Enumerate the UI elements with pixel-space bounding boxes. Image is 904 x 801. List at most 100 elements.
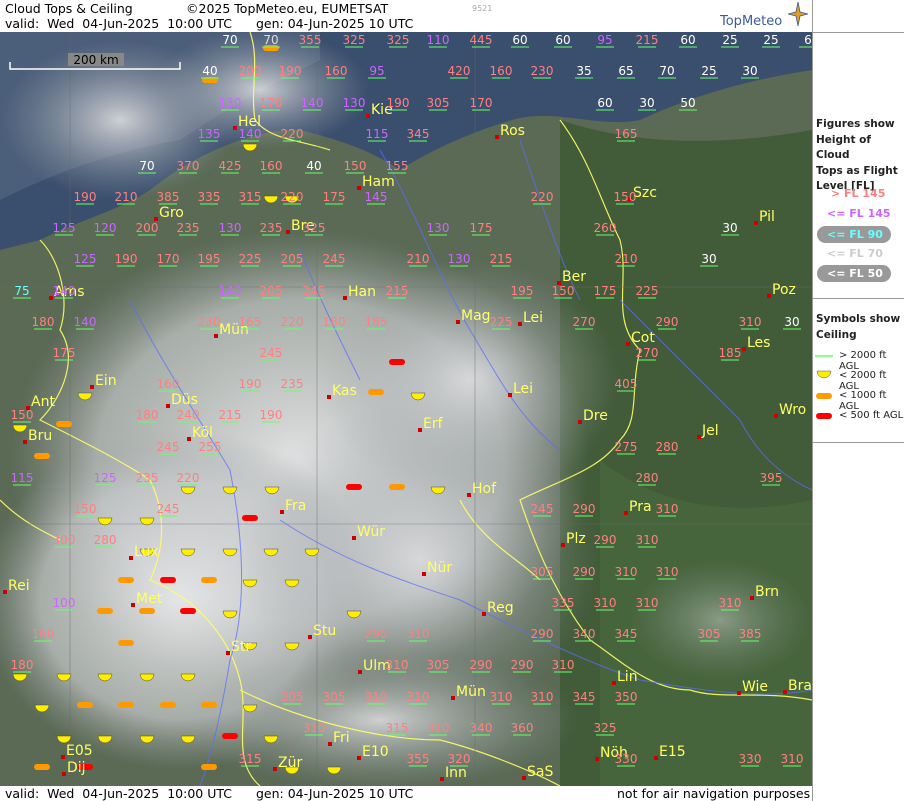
cloud-top-value: 385 bbox=[739, 627, 762, 641]
city-dot bbox=[482, 612, 486, 616]
cloud-top-value: 205 bbox=[281, 252, 304, 266]
city-dot bbox=[654, 756, 658, 760]
image-id: 9521 bbox=[472, 4, 493, 13]
cloud-top-value: 325 bbox=[303, 221, 326, 235]
city-label: Cot bbox=[631, 330, 655, 346]
cloud-top-value: 160 bbox=[32, 627, 55, 641]
city-dot bbox=[742, 347, 746, 351]
cloud-top-value: 425 bbox=[219, 159, 242, 173]
ceiling-below-1000-symbol bbox=[389, 484, 405, 490]
cloud-top-value: 290 bbox=[573, 502, 596, 516]
cloud-top-value: 320 bbox=[448, 752, 471, 766]
cloud-top-value: 210 bbox=[615, 252, 638, 266]
city-label: Rei bbox=[8, 578, 30, 594]
cloud-top-value: 290 bbox=[470, 658, 493, 672]
cloud-top-value: 325 bbox=[594, 721, 617, 735]
symbols-title-line: Ceiling bbox=[816, 328, 857, 341]
cloud-top-value: 310 bbox=[407, 627, 430, 641]
cloud-top-value: 330 bbox=[615, 752, 638, 766]
city-label: SaS bbox=[527, 764, 553, 780]
city-dot bbox=[612, 681, 616, 685]
cloud-top-value: 330 bbox=[739, 752, 762, 766]
cloud-top-value: 260 bbox=[594, 221, 617, 235]
city-label: Lei bbox=[523, 310, 543, 326]
cloud-top-value: 235 bbox=[136, 471, 159, 485]
city-label: Han bbox=[348, 284, 376, 300]
cloud-top-value: 310 bbox=[656, 565, 679, 579]
cloud-top-value: 185 bbox=[365, 315, 388, 329]
satellite-map[interactable]: HelKieRosHamSzcGroBrePilBerAms Han PozMag L… bbox=[0, 32, 812, 786]
cloud-top-value: 115 bbox=[366, 127, 389, 141]
city-label: Stu bbox=[313, 623, 336, 639]
cloud-top-value: 125 bbox=[94, 471, 117, 485]
cloud-top-value: 405 bbox=[615, 377, 638, 391]
cloud-top-value: 215 bbox=[219, 408, 242, 422]
city-label: Dij bbox=[67, 760, 86, 776]
cloud-top-value: 160 bbox=[325, 64, 348, 78]
city-dot bbox=[90, 385, 94, 389]
city-dot bbox=[774, 414, 778, 418]
city-label: Str bbox=[231, 639, 251, 655]
cloud-top-value: 130 bbox=[219, 96, 242, 110]
yellow-half-circle-icon bbox=[816, 370, 832, 379]
city-dot bbox=[3, 590, 7, 594]
cloud-top-value: 180 bbox=[136, 408, 159, 422]
cloud-top-value: 290 bbox=[656, 315, 679, 329]
figures-title-line: Figures show bbox=[816, 118, 895, 130]
cloud-top-value: 95 bbox=[597, 33, 612, 47]
ceiling-below-500-symbol bbox=[242, 515, 258, 521]
city-label: Wie bbox=[742, 679, 768, 695]
cloud-top-value: 150 bbox=[11, 408, 34, 422]
cloud-top-value: 290 bbox=[531, 627, 554, 641]
cloud-top-value: 30 bbox=[722, 221, 737, 235]
cloud-top-value: 245 bbox=[157, 440, 180, 454]
cloud-top-value: 210 bbox=[115, 190, 138, 204]
cloud-top-value: 200 bbox=[136, 221, 159, 235]
cloud-top-value: 30 bbox=[701, 252, 716, 266]
city-dot bbox=[456, 320, 460, 324]
cloud-top-value: 335 bbox=[552, 596, 575, 610]
cloud-top-value: 290 bbox=[594, 533, 617, 547]
cloud-top-value: 270 bbox=[573, 315, 596, 329]
cloud-top-value: 60 bbox=[597, 96, 612, 110]
city-label: Hof bbox=[472, 481, 497, 497]
cloud-top-value: 160 bbox=[260, 159, 283, 173]
symbols-legend-title: Symbols show Ceiling bbox=[816, 312, 900, 343]
ceiling-below-1000-symbol bbox=[139, 608, 155, 614]
cloud-top-value: 150 bbox=[552, 284, 575, 298]
cloud-top-value: 245 bbox=[323, 252, 346, 266]
ceiling-below-500-symbol bbox=[160, 577, 176, 583]
legend-fl-145: <= FL 145 bbox=[827, 207, 891, 220]
cloud-top-value: 70 bbox=[263, 33, 278, 47]
cloud-top-value: 385 bbox=[157, 190, 180, 204]
cloud-top-value: 315 bbox=[386, 721, 409, 735]
cloud-top-value: 40 bbox=[202, 64, 217, 78]
city-label: Düs bbox=[171, 392, 198, 408]
cloud-top-value: 170 bbox=[470, 96, 493, 110]
cloud-top-value: 60 bbox=[680, 33, 695, 47]
red-bar-icon bbox=[816, 413, 832, 419]
cloud-top-value: 30 bbox=[639, 96, 654, 110]
cloud-top-value: 340 bbox=[573, 627, 596, 641]
cloud-top-value: 370 bbox=[177, 159, 200, 173]
cloud-top-value: 290 bbox=[573, 565, 596, 579]
legend-ceiling-below-500: < 500 ft AGL bbox=[839, 410, 904, 421]
city-dot bbox=[286, 230, 290, 234]
city-dot bbox=[23, 440, 27, 444]
legend-panel: Figures show Height of Cloud Tops as Fli… bbox=[812, 0, 904, 801]
cloud-top-value: 155 bbox=[386, 159, 409, 173]
cloud-top-value: 310 bbox=[719, 596, 742, 610]
cloud-top-value: 245 bbox=[303, 284, 326, 298]
cloud-top-value: 310 bbox=[594, 596, 617, 610]
city-dot bbox=[273, 767, 277, 771]
ceiling-below-1000-symbol bbox=[34, 764, 50, 770]
cloud-top-value: 395 bbox=[760, 471, 783, 485]
symbols-title-line: Symbols show bbox=[816, 313, 901, 325]
cloud-top-value: 185 bbox=[719, 346, 742, 360]
ceiling-below-500-symbol bbox=[346, 484, 362, 490]
cloud-top-value: 210 bbox=[407, 252, 430, 266]
cloud-top-value: 175 bbox=[323, 190, 346, 204]
city-dot bbox=[366, 114, 370, 118]
cloud-top-value: 245 bbox=[260, 346, 283, 360]
cloud-top-value: 300 bbox=[53, 533, 76, 547]
